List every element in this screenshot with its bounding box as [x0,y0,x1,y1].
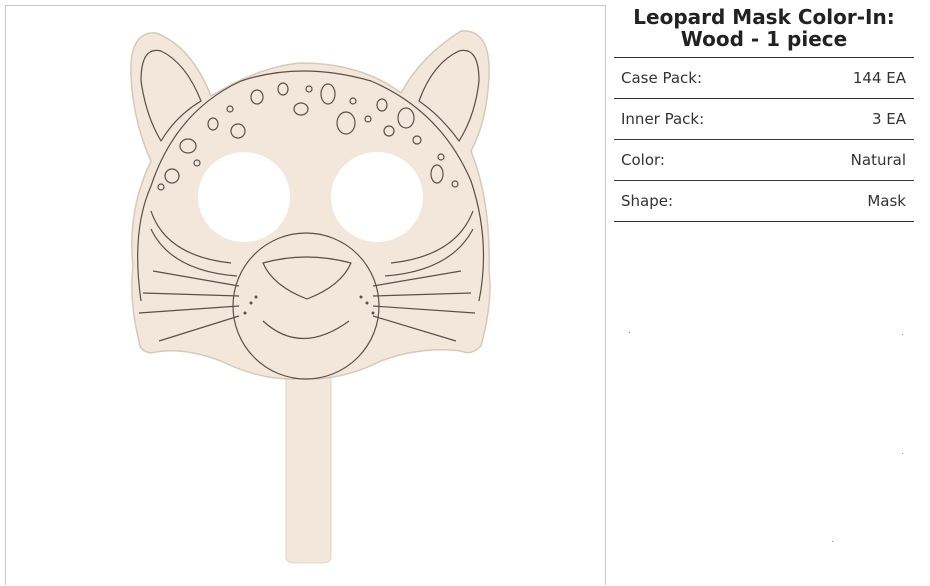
product-title-line1: Leopard Mask Color-In: [633,5,895,29]
stray-pixel [902,453,903,454]
stray-pixel [832,541,833,542]
leopard-mask-image [130,30,491,564]
spec-label: Case Pack: [621,69,703,87]
spec-label: Inner Pack: [621,110,705,128]
spec-label: Shape: [621,192,674,210]
spec-value: Mask [867,192,906,210]
spec-value: Natural [850,151,906,169]
spec-table: Case Pack: 144 EA Inner Pack: 3 EA Color… [614,57,914,222]
spec-row-case-pack: Case Pack: 144 EA [614,58,914,99]
spec-label: Color: [621,151,665,169]
product-title-line2: Wood - 1 piece [680,27,848,51]
spec-value: 3 EA [871,110,906,128]
product-image-frame [5,5,606,585]
spec-row-inner-pack: Inner Pack: 3 EA [614,99,914,140]
stray-pixel [629,332,630,333]
spec-value: 144 EA [852,69,906,87]
product-info-panel: Leopard Mask Color-In: Wood - 1 piece Ca… [614,5,914,222]
product-title: Leopard Mask Color-In: Wood - 1 piece [614,5,914,50]
spec-row-color: Color: Natural [614,140,914,181]
stray-pixel [902,334,903,335]
spec-row-shape: Shape: Mask [614,181,914,222]
